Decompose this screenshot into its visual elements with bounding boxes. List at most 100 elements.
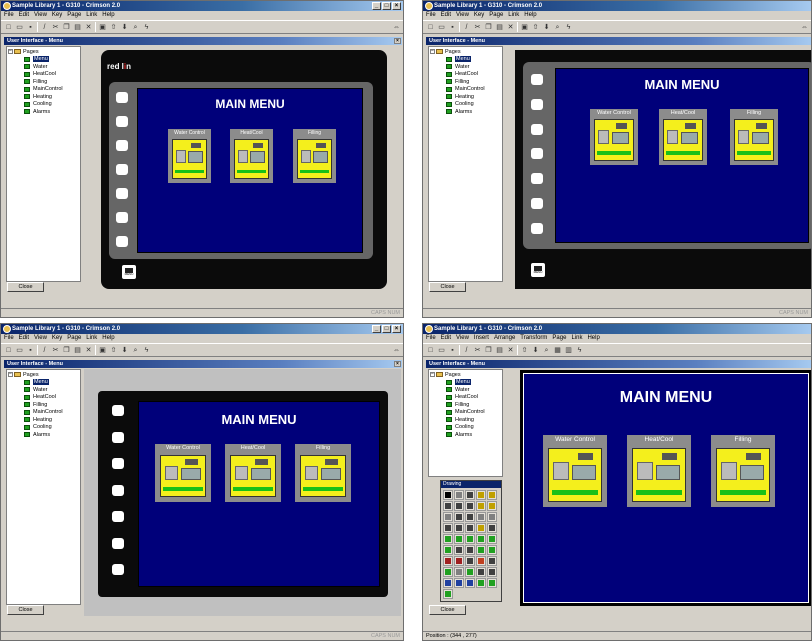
drawing-tool-icon[interactable] <box>487 523 497 533</box>
screen-icon[interactable]: ▣ <box>520 23 529 32</box>
drawing-tool-icon[interactable] <box>487 545 497 555</box>
cut-icon[interactable]: ✂ <box>51 23 60 32</box>
tree-item-water[interactable]: Water <box>430 63 502 71</box>
menu-edit[interactable]: Edit <box>19 334 29 343</box>
drawing-tool-icon[interactable] <box>487 512 497 522</box>
soft-key[interactable] <box>116 116 128 127</box>
tree-item-maincontrol[interactable]: MainControl <box>8 409 80 417</box>
drawing-tool-icon[interactable] <box>465 501 475 511</box>
hmi-canvas[interactable]: red lin MAIN MENU Water Control Heat/Coo… <box>84 46 401 293</box>
up-icon[interactable]: ⇧ <box>520 346 529 355</box>
copy-icon[interactable]: ❐ <box>62 23 71 32</box>
drawing-tool-icon[interactable] <box>443 589 453 599</box>
drawing-tool-icon[interactable] <box>454 567 464 577</box>
screen-icon[interactable]: ▣ <box>98 23 107 32</box>
minimize-button[interactable]: _ <box>372 325 381 333</box>
title-bar[interactable]: Sample Library 1 - G310 - Crimson 2.0 _ … <box>1 1 403 11</box>
tree-root-pages[interactable]: − Pages <box>430 48 502 56</box>
menu-edit[interactable]: Edit <box>441 11 451 20</box>
tree-root-pages[interactable]: − Pages <box>8 48 80 56</box>
drawing-tool-icon[interactable] <box>487 501 497 511</box>
tree-item-heatcool[interactable]: HeatCool <box>430 394 502 402</box>
zoom-icon[interactable]: ⌕ <box>131 23 140 32</box>
drawing-tool-icon[interactable] <box>476 501 486 511</box>
soft-key[interactable] <box>531 123 543 135</box>
delete-icon[interactable]: ✕ <box>506 346 515 355</box>
down-icon[interactable]: ⬇ <box>120 346 129 355</box>
save-icon[interactable]: ▪ <box>448 23 457 32</box>
menu-view[interactable]: View <box>34 11 47 20</box>
drawing-tool-icon[interactable] <box>443 534 453 544</box>
drawing-tool-icon[interactable] <box>487 567 497 577</box>
tree-item-maincontrol[interactable]: MainControl <box>430 409 502 417</box>
lightning-icon[interactable]: ϟ <box>142 346 151 355</box>
drawing-tool-icon[interactable] <box>487 534 497 544</box>
drawing-tool-icon[interactable] <box>487 578 497 588</box>
tree-item-alarms[interactable]: Alarms <box>8 108 80 116</box>
open-icon[interactable]: ▭ <box>437 23 446 32</box>
close-button[interactable]: Close <box>429 605 466 615</box>
menu-file[interactable]: File <box>426 334 436 343</box>
collapse-icon[interactable]: − <box>8 49 13 55</box>
collapse-icon[interactable]: − <box>430 49 435 55</box>
zoom-icon[interactable]: ⌕ <box>542 346 551 355</box>
tree-item-menu[interactable]: Menu <box>430 56 502 64</box>
menu-view[interactable]: View <box>456 11 469 20</box>
tree-item-maincontrol[interactable]: MainControl <box>8 86 80 94</box>
menu-link[interactable]: Link <box>86 334 97 343</box>
drawing-tool-icon[interactable] <box>443 523 453 533</box>
tree-item-cooling[interactable]: Cooling <box>430 101 502 109</box>
drawing-tool-icon[interactable] <box>443 501 453 511</box>
menu-view[interactable]: View <box>456 334 469 343</box>
tree-item-filling[interactable]: Filling <box>430 401 502 409</box>
lightning-icon[interactable]: ϟ <box>142 23 151 32</box>
hmi-screen[interactable]: MAIN MENU Water Control Heat/Cool Fillin… <box>555 68 809 243</box>
tile-filling[interactable]: Filling <box>730 109 778 165</box>
edit-icon[interactable]: / <box>40 346 49 355</box>
tile-water-control[interactable]: Water Control <box>543 435 607 507</box>
save-icon[interactable]: ▪ <box>26 346 35 355</box>
menu-transform[interactable]: Transform <box>520 334 547 343</box>
new-icon[interactable]: □ <box>426 23 435 32</box>
drawing-tool-icon[interactable] <box>454 523 464 533</box>
tile-water-control[interactable]: Water Control <box>168 129 211 183</box>
tree-item-heatcool[interactable]: HeatCool <box>430 71 502 79</box>
tile-filling[interactable]: Filling <box>295 444 351 502</box>
tree-item-alarms[interactable]: Alarms <box>430 108 502 116</box>
drawing-tool-icon[interactable] <box>487 490 497 500</box>
tree-item-water[interactable]: Water <box>8 63 80 71</box>
hmi-screen[interactable]: MAIN MENU Water Control Heat/Cool Fillin… <box>137 88 363 253</box>
soft-key[interactable] <box>531 148 543 160</box>
cut-icon[interactable]: ✂ <box>473 346 482 355</box>
tree-item-water[interactable]: Water <box>8 386 80 394</box>
close-button[interactable]: Close <box>429 282 466 292</box>
soft-key[interactable] <box>531 198 543 210</box>
drawing-tool-icon[interactable] <box>443 512 453 522</box>
menu-edit[interactable]: Edit <box>441 334 451 343</box>
soft-key[interactable] <box>116 236 128 247</box>
tile-filling[interactable]: Filling <box>293 129 336 183</box>
hmi-screen[interactable]: MAIN MENU Water Control Heat/Cool Fillin… <box>520 370 811 606</box>
tree-item-filling[interactable]: Filling <box>8 401 80 409</box>
drawing-tool-icon[interactable] <box>465 578 475 588</box>
tile-water-control[interactable]: Water Control <box>590 109 638 165</box>
drawing-tool-icon[interactable] <box>465 545 475 555</box>
close-button[interactable]: Close <box>7 282 44 292</box>
drawing-tool-icon[interactable] <box>465 490 475 500</box>
grid-icon[interactable]: ▦ <box>553 346 562 355</box>
open-icon[interactable]: ▭ <box>15 23 24 32</box>
cut-icon[interactable]: ✂ <box>51 346 60 355</box>
zoom-icon[interactable]: ⌕ <box>131 346 140 355</box>
tree-item-heating[interactable]: Heating <box>8 93 80 101</box>
edit-icon[interactable]: / <box>462 346 471 355</box>
tree-item-heating[interactable]: Heating <box>430 93 502 101</box>
edit-icon[interactable]: / <box>40 23 49 32</box>
drawing-tool-icon[interactable] <box>454 501 464 511</box>
menu-link[interactable]: Link <box>86 11 97 20</box>
drawing-tool-icon[interactable] <box>476 567 486 577</box>
drawing-tool-icon[interactable] <box>476 490 486 500</box>
menu-file[interactable]: File <box>426 11 436 20</box>
menu-arrange[interactable]: Arrange <box>494 334 515 343</box>
soft-key[interactable] <box>112 484 124 496</box>
menu-file[interactable]: File <box>4 11 14 20</box>
